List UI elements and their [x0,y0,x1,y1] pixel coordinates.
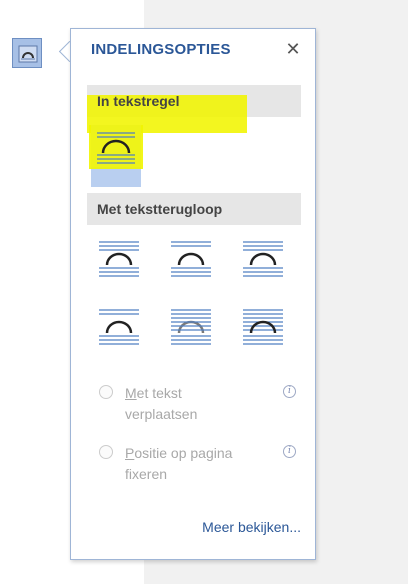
in-front-of-text-icon [243,309,283,345]
radio-move-with-text-label: Met tekst verplaatsen [125,385,198,422]
info-icon[interactable]: i [283,385,296,398]
option-behind-text[interactable] [169,307,213,347]
option-top-bottom-wrap[interactable] [97,307,141,347]
inline-layout-icon [97,132,135,164]
tight-wrap-icon [171,241,211,277]
radio-circle[interactable] [99,385,113,399]
through-wrap-icon [243,241,283,277]
behind-text-icon [171,309,211,345]
info-icon[interactable]: i [283,445,296,458]
option-tight-wrap[interactable] [169,239,213,279]
option-in-front-of-text[interactable] [241,307,285,347]
square-wrap-icon [99,241,139,277]
radio-fix-position-label: Positie op pagina fixeren [125,445,233,482]
section-wrap-header: Met tekstterugloop [87,193,301,225]
option-through-wrap[interactable] [241,239,285,279]
section-inline-label: In tekstregel [97,93,180,109]
radio-circle[interactable] [99,445,113,459]
panel-title: INDELINGSOPTIES [91,41,231,58]
see-more-link[interactable]: Meer bekijken... [202,519,301,535]
top-bottom-wrap-icon [99,309,139,345]
close-button[interactable]: ✕ [283,39,303,59]
layout-options-panel: INDELINGSOPTIES ✕ In tekstregel Met teks… [70,28,316,560]
close-icon: ✕ [285,39,301,59]
layout-options-button[interactable] [12,38,42,68]
option-square-wrap[interactable] [97,239,141,279]
option-in-line-with-text[interactable] [89,125,143,187]
layout-options-icon [18,45,38,63]
